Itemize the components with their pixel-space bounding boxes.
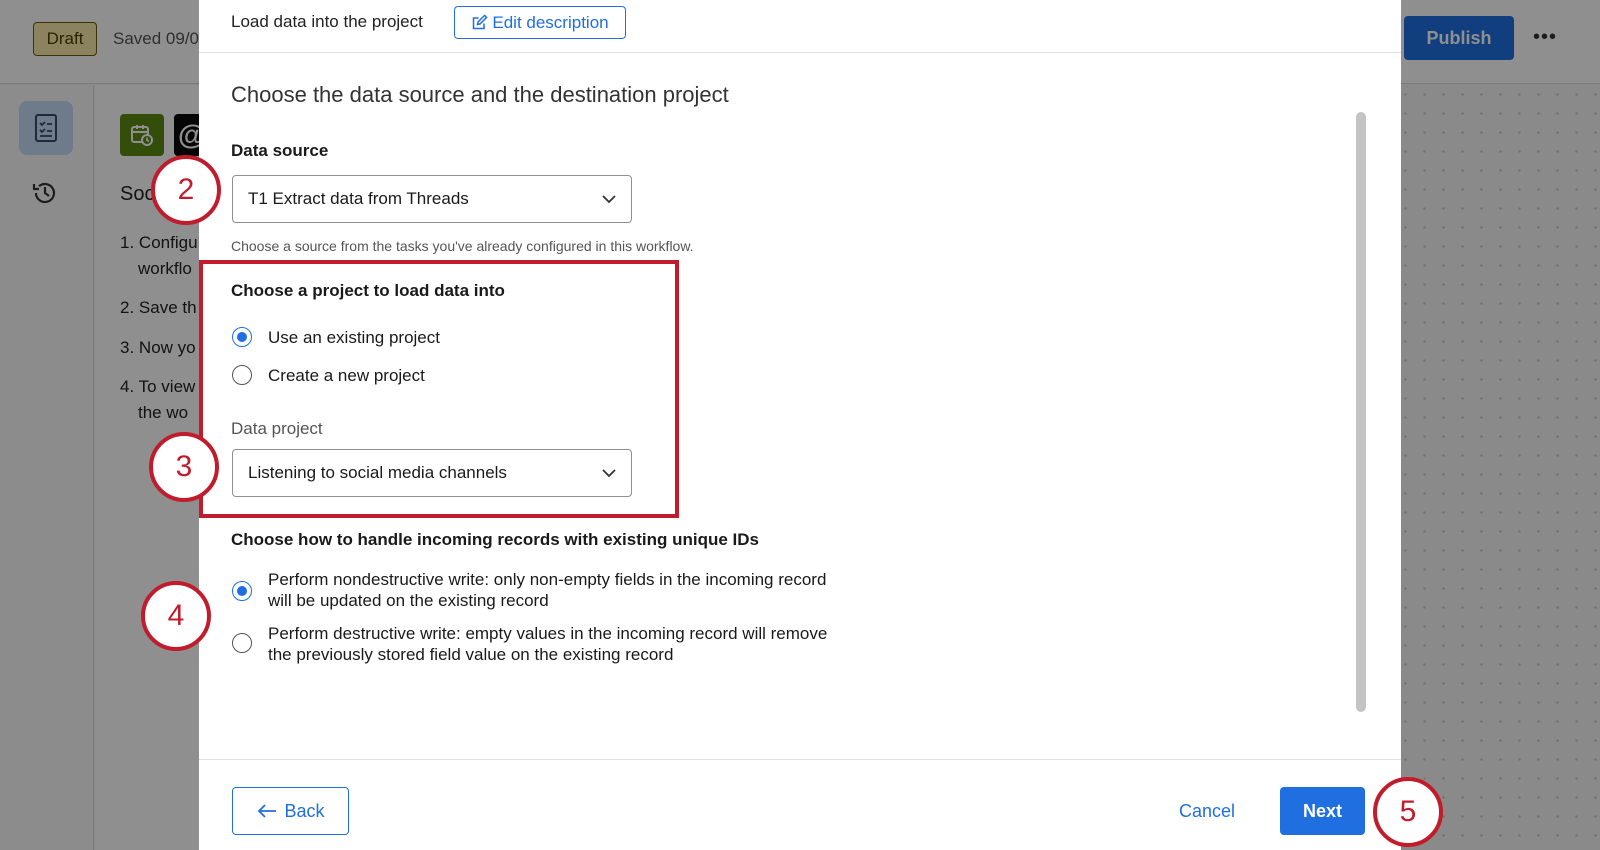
modal-header: Load data into the project Edit descript… — [199, 0, 1401, 53]
records-handling-label: Choose how to handle incoming records wi… — [231, 530, 759, 549]
data-source-label: Data source — [231, 141, 329, 160]
step-callout-2: 2 — [151, 155, 221, 225]
load-data-modal: Load data into the project Edit descript… — [199, 0, 1401, 850]
radio-label: Create a new project — [268, 366, 425, 385]
step-callout-5: 5 — [1373, 777, 1443, 847]
arrow-left-icon — [258, 804, 277, 818]
project-choice-label: Choose a project to load data into — [231, 281, 505, 300]
radio-destructive-write[interactable]: Perform destructive write: empty values … — [232, 623, 828, 665]
modal-title: Load data into the project — [231, 12, 423, 31]
modal-scrollbar[interactable] — [1356, 112, 1366, 712]
next-button[interactable]: Next — [1280, 787, 1365, 835]
radio-new-project[interactable]: Create a new project — [232, 365, 425, 387]
radio-nondestructive-write[interactable]: Perform nondestructive write: only non-e… — [232, 569, 828, 611]
step-callout-3: 3 — [149, 432, 219, 502]
radio-label: Use an existing project — [268, 328, 440, 347]
radio-button[interactable] — [232, 633, 252, 653]
edit-description-button[interactable]: Edit description — [454, 6, 626, 39]
data-source-select[interactable]: T1 Extract data from Threads — [232, 175, 632, 223]
section-title: Choose the data source and the destinati… — [231, 82, 729, 107]
modal-footer: Back Cancel Next — [199, 759, 1401, 850]
radio-existing-project[interactable]: Use an existing project — [232, 327, 440, 349]
data-project-value: Listening to social media channels — [248, 463, 507, 482]
radio-button[interactable] — [232, 327, 252, 347]
radio-label: Perform nondestructive write: only non-e… — [268, 570, 827, 610]
data-project-select[interactable]: Listening to social media channels — [232, 449, 632, 497]
radio-button[interactable] — [232, 581, 252, 601]
back-label: Back — [284, 800, 325, 821]
edit-description-label: Edit description — [492, 12, 609, 32]
radio-button[interactable] — [232, 365, 252, 385]
radio-label: Perform destructive write: empty values … — [268, 624, 828, 664]
data-source-value: T1 Extract data from Threads — [248, 189, 469, 208]
modal-body: Choose the data source and the destinati… — [199, 54, 1379, 759]
chevron-down-icon — [602, 469, 616, 478]
data-project-label: Data project — [231, 419, 323, 438]
chevron-down-icon — [602, 195, 616, 204]
step-callout-4: 4 — [141, 581, 211, 651]
back-button[interactable]: Back — [232, 787, 349, 835]
edit-pencil-icon — [473, 14, 489, 30]
cancel-button[interactable]: Cancel — [1157, 787, 1257, 835]
data-source-helper: Choose a source from the tasks you've al… — [231, 238, 694, 254]
